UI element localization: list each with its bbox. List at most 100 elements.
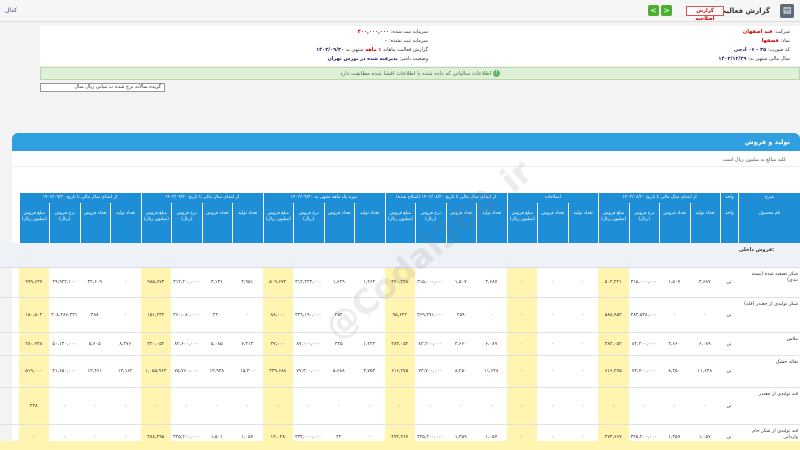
value-cell: ۳۱۵,۰۰۰,۰۰۰ xyxy=(630,280,657,285)
group-header: از ابتدای سال مالی تا تاریخ ۱۴۰۲/۰۹/۳۰ xyxy=(18,193,141,203)
value-cell: ۵۰۲,۲۲۱ xyxy=(604,280,622,285)
value-cell: ۰ xyxy=(184,404,188,409)
product-name: قند تولیدی از شکر خام وارداتی xyxy=(752,429,798,440)
report-type-select[interactable]: گزیده سالانه نرخ شده ب میانی ریال سال xyxy=(40,83,165,92)
value-cell: ۶,۰۸۹ xyxy=(698,342,711,347)
column-header: تعداد تولید xyxy=(232,203,263,243)
value-cell: ۳۰۸,۴۸۶,۳۳۱ xyxy=(51,313,78,318)
value-cell: ۳,۱۳۶ xyxy=(210,280,223,285)
value-cell: ۱,۵۰۷ xyxy=(454,280,467,285)
value-cell: ۰ xyxy=(276,404,280,409)
month-label: ۱ ماهه xyxy=(365,47,382,53)
value-cell: ۳۶۰,۰۸۰,۰۰۰ xyxy=(173,313,200,318)
product-name: قند تولیدی از چغندر xyxy=(758,392,798,397)
value-cell: ۰ xyxy=(520,342,524,347)
value-cell: ۴,۹۵۱ xyxy=(241,280,254,285)
group-header: واحد xyxy=(720,193,738,203)
year-label: سال مالی منتهی به: xyxy=(748,56,790,62)
domestic-sales-label: فروش داخلی: xyxy=(738,247,774,253)
status-label: وضعیت ناشر: xyxy=(399,56,428,62)
value-cell: ۱۵,۴۰۰ xyxy=(240,369,255,374)
value-cell: ۳۴۹,۱۹۰,۰۰۰ xyxy=(295,313,322,318)
unit-cell: تن xyxy=(726,280,732,285)
column-header: نرخ فروش (ریال) xyxy=(415,203,446,243)
value-cell: ۰ xyxy=(245,313,249,318)
value-cell: ۴۳۹,۶۸۸ xyxy=(269,369,287,374)
unregistered-capital-value: ۰ xyxy=(384,38,388,44)
value-cell: ۸,۴۷۶ xyxy=(119,342,132,347)
value-cell: ۳۲۵,۲۰۰,۰۰۰ xyxy=(417,435,444,440)
value-cell: ۱۳,۹۳۸ xyxy=(209,369,224,374)
table-row: شکر تولیدی از چغندر (فله) تن ۰ ۰ ۳۸۳,۵۳۸,۰۰۰… xyxy=(0,298,800,333)
next-button[interactable]: > xyxy=(661,5,672,16)
column-header: تعداد فروش xyxy=(323,203,354,243)
column-header: نرخ فروش (ریال) xyxy=(171,203,202,243)
value-cell: ۱۲,۴۶۱ xyxy=(87,369,102,374)
value-cell: ۰ xyxy=(703,313,707,318)
info-icon: ! xyxy=(492,70,500,77)
value-cell: ۴۲۰ xyxy=(212,313,221,318)
value-cell: ۰ xyxy=(581,280,585,285)
value-cell: ۶۱۶,۲۷۵ xyxy=(391,369,409,374)
value-cell: ۰ xyxy=(154,404,158,409)
value-cell: ۰ xyxy=(123,280,127,285)
value-cell: ۸۷,۰۰۰,۰۰۰ xyxy=(296,342,321,347)
value-cell: ۱,۲۶۴ xyxy=(363,280,376,285)
domestic-sales-subheader: فروش داخلی: xyxy=(0,243,800,268)
value-cell: ۳۸۳,۰۵۲ xyxy=(604,342,622,347)
table-row: قند تولیدی از چغندر تن ۰ ۰ ۰ ۰ ۰ ۰ ۰ ۰ ۰ ۰ ۰ ۰ ۰ ۰ ۰ ۰ ۰ ۰ ۰… xyxy=(0,388,800,425)
home-link[interactable]: کدال xyxy=(5,7,17,14)
value-cell: ۳۲۵,۲۰۰,۰۰۰ xyxy=(630,435,657,440)
value-cell: ۰ xyxy=(93,404,97,409)
value-cell: ۰ xyxy=(367,313,371,318)
value-cell: ۰ xyxy=(123,313,127,318)
capital-value: ۴۰۰,۰۰۰,۰۰۰ xyxy=(357,29,390,35)
value-cell: ۰ xyxy=(62,435,66,440)
value-cell: ۴۱,۶۵۰,۰۰۰ xyxy=(52,369,77,374)
value-cell: ۹۵,۶۲۲ xyxy=(392,313,407,318)
column-header: تعداد تولید xyxy=(689,203,720,243)
unit-cell: تن xyxy=(726,342,732,347)
group-header: دوره یک ماهه منتهی به ۱۴۰۳/۰۹/۳۰ xyxy=(262,193,385,203)
column-header: نرخ فروش (ریال) xyxy=(49,203,80,243)
value-cell: ۴۸۸,۴۹۵ xyxy=(147,435,165,440)
value-cell: ۳۲۵,۲۰۰,۰۰۰ xyxy=(173,435,200,440)
column-header: نرخ فروش (ریال) xyxy=(628,203,659,243)
company-label: شرکت: xyxy=(774,29,790,35)
symbol-label: نماد: xyxy=(780,38,790,44)
value-cell: ۰ xyxy=(550,404,554,409)
column-header: تعداد فروش xyxy=(201,203,232,243)
value-cell: ۰ xyxy=(62,404,66,409)
value-cell: ۱۵۱,۲۳۴ xyxy=(147,313,165,318)
report-info: شرکت: قند اصفهان نماد: قصفها کد صورت: ۳۵… xyxy=(40,26,800,66)
value-cell: ۱,۵۰۷ xyxy=(668,280,681,285)
value-cell: ۰ xyxy=(367,435,371,440)
year-value: ۱۴۰۳/۱۲/۲۹ xyxy=(718,56,747,62)
value-cell: ۴۲۵ xyxy=(334,342,343,347)
capital-label: سرمایه ثبت شده: xyxy=(390,29,428,35)
prev-button[interactable]: < xyxy=(648,5,659,16)
value-cell: ۰ xyxy=(489,404,493,409)
group-header: از ابتدای سال مالی تا تاریخ ۱۴۰۳/۰۸/۳۰ (… xyxy=(384,193,507,203)
amendment-badge[interactable]: گزارش اصلاحیه xyxy=(686,6,724,22)
value-cell: ۷,۳۱۳ xyxy=(241,342,254,347)
value-cell: ۵۸۸,۹۵۴ xyxy=(604,313,622,318)
code-label: کد صورت: xyxy=(767,47,790,53)
value-cell: ۲۵۹ xyxy=(456,313,465,318)
value-cell: ۰ xyxy=(520,369,524,374)
value-cell: ۹۸۵,۶۷۳ xyxy=(147,280,165,285)
group-header: از ابتدای سال مالی تا تاریخ ۱۴۰۳/۰۸/۳۰ xyxy=(598,193,720,203)
value-cell: ۰ xyxy=(581,313,585,318)
value-cell: ۳,۷۵۲ xyxy=(363,369,376,374)
value-cell: ۰ xyxy=(550,342,554,347)
value-cell: ۱۱,۶۴۸ xyxy=(697,369,712,374)
value-cell: ۳۳۴,۰۰۰,۰۰۰ xyxy=(295,435,322,440)
column-header: تعداد فروش xyxy=(79,203,110,243)
column-header: تعداد تولید xyxy=(476,203,507,243)
value-cell: ۱,۴۵۹ xyxy=(668,435,681,440)
value-cell: ۰ xyxy=(93,435,97,440)
codal-logo-icon: ▤ xyxy=(780,4,794,18)
value-cell: ۰ xyxy=(703,404,707,409)
value-cell: ۰ xyxy=(367,404,371,409)
value-cell: ۰ xyxy=(520,435,524,440)
